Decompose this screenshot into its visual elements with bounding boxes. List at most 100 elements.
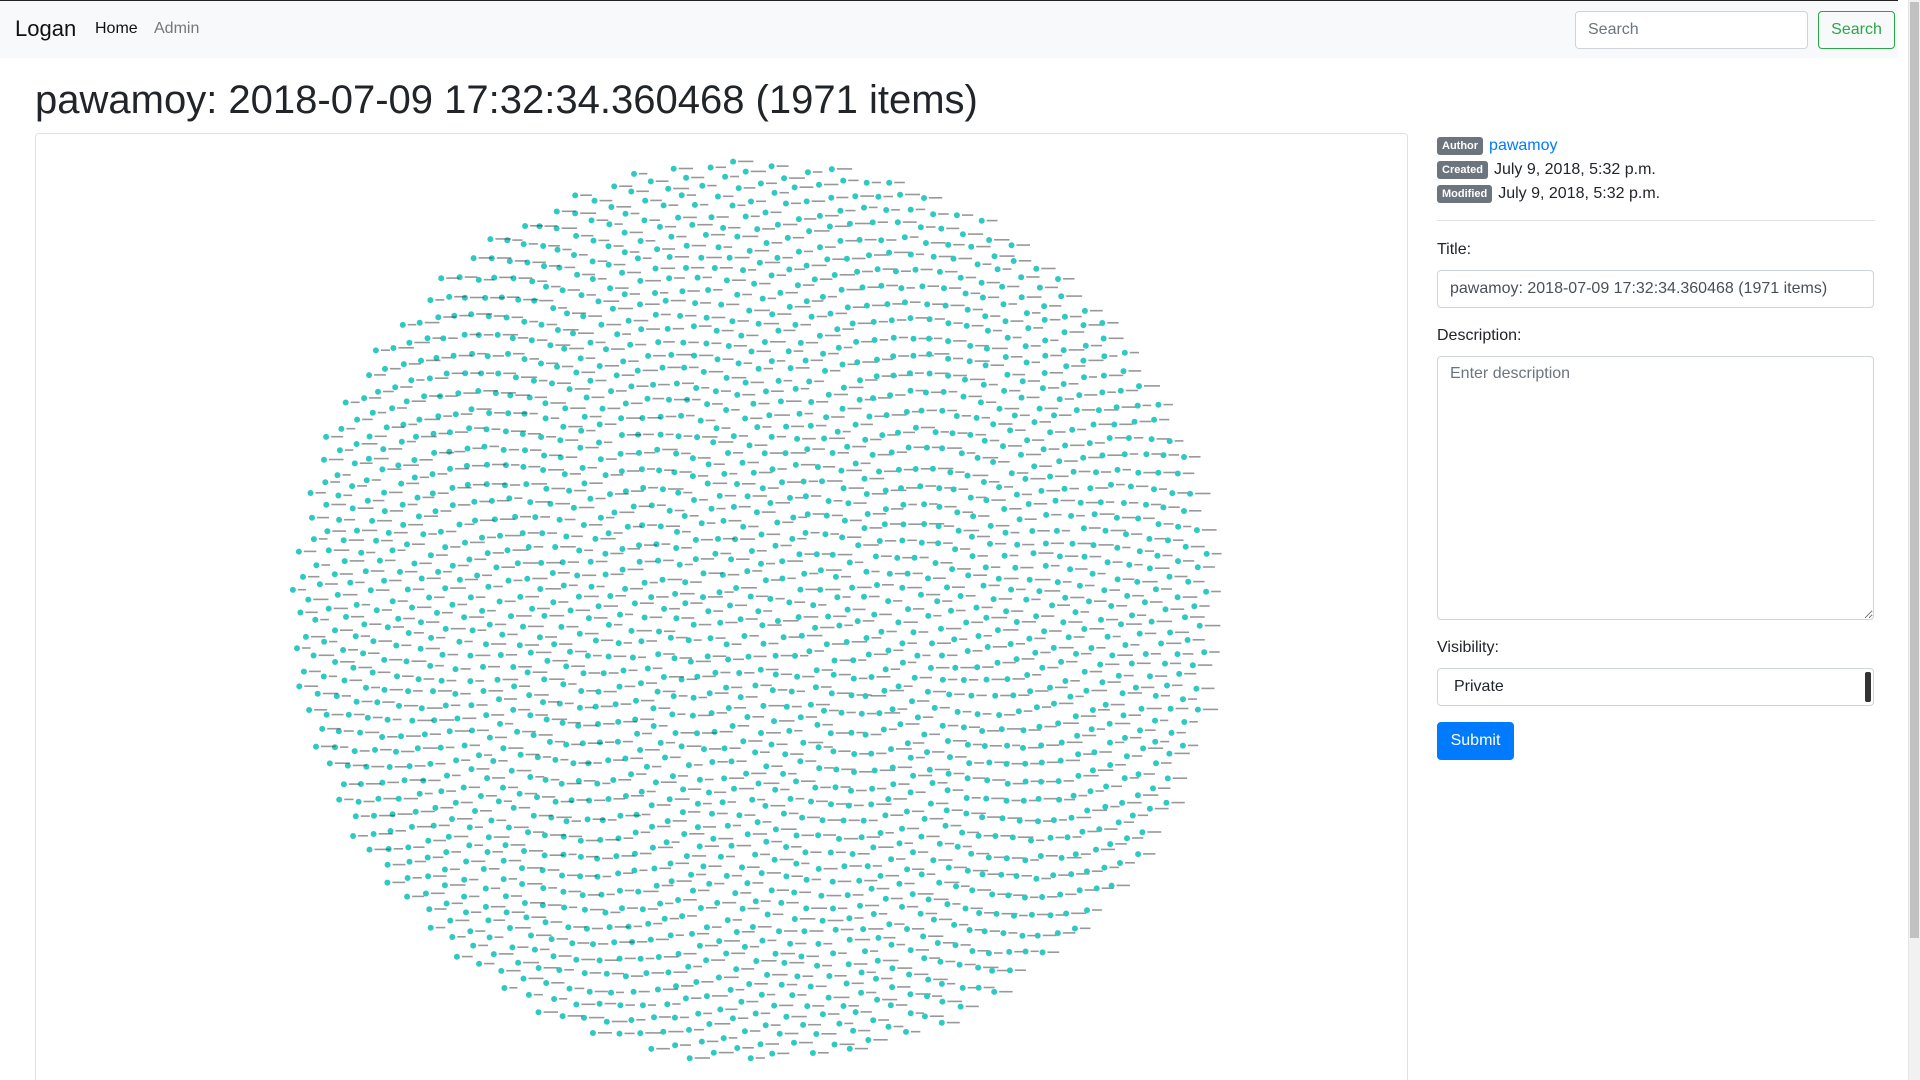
graph-node[interactable]	[530, 377, 537, 384]
graph-node[interactable]	[1056, 796, 1063, 803]
graph-node[interactable]	[830, 748, 837, 755]
graph-node[interactable]	[868, 750, 875, 757]
graph-node[interactable]	[703, 957, 710, 964]
graph-node[interactable]	[581, 970, 588, 977]
graph-node[interactable]	[605, 796, 612, 802]
graph-node[interactable]	[870, 318, 877, 325]
graph-node[interactable]	[739, 459, 746, 466]
graph-node[interactable]	[690, 694, 697, 701]
graph-node[interactable]	[461, 294, 468, 301]
graph-node[interactable]	[615, 870, 622, 877]
graph-node[interactable]	[622, 210, 629, 217]
graph-node[interactable]	[910, 849, 916, 856]
graph-node[interactable]	[1075, 751, 1082, 758]
graph-node[interactable]	[542, 776, 549, 783]
graph-node[interactable]	[886, 570, 893, 577]
graph-node[interactable]	[964, 472, 971, 479]
graph-node[interactable]	[1080, 322, 1087, 329]
graph-node[interactable]	[367, 587, 374, 594]
graph-node[interactable]	[1067, 566, 1074, 573]
graph-node[interactable]	[1152, 738, 1159, 745]
graph-node[interactable]	[771, 856, 778, 863]
graph-node[interactable]	[655, 651, 662, 658]
graph-node[interactable]	[540, 243, 547, 249]
graph-node[interactable]	[996, 484, 1003, 491]
graph-node[interactable]	[1038, 759, 1045, 766]
graph-node[interactable]	[519, 865, 525, 872]
graph-node[interactable]	[945, 864, 952, 871]
graph-node[interactable]	[577, 873, 584, 880]
graph-node[interactable]	[398, 733, 404, 740]
graph-node[interactable]	[390, 345, 397, 351]
graph-node[interactable]	[907, 251, 914, 258]
network-graph[interactable]	[36, 134, 1408, 1080]
graph-node[interactable]	[376, 557, 383, 564]
graph-node[interactable]	[1070, 792, 1077, 799]
graph-node[interactable]	[1030, 550, 1037, 557]
graph-node[interactable]	[477, 793, 484, 799]
graph-node[interactable]	[964, 741, 971, 748]
graph-node[interactable]	[1102, 803, 1109, 810]
graph-node[interactable]	[976, 910, 983, 916]
graph-node[interactable]	[541, 263, 547, 270]
graph-node[interactable]	[351, 460, 358, 467]
graph-node[interactable]	[725, 450, 731, 456]
graph-node[interactable]	[674, 528, 680, 535]
graph-node[interactable]	[688, 871, 695, 878]
graph-node[interactable]	[446, 293, 453, 300]
graph-node[interactable]	[509, 335, 516, 342]
graph-node[interactable]	[1007, 641, 1014, 647]
graph-node[interactable]	[500, 745, 507, 752]
graph-node[interactable]	[1063, 910, 1070, 917]
graph-node[interactable]	[911, 554, 918, 561]
graph-node[interactable]	[597, 514, 604, 521]
graph-node[interactable]	[1055, 720, 1062, 727]
graph-node[interactable]	[925, 896, 932, 903]
graph-node[interactable]	[675, 433, 682, 440]
graph-node[interactable]	[755, 780, 762, 787]
graph-node[interactable]	[370, 831, 377, 837]
graph-node[interactable]	[666, 796, 673, 803]
graph-node[interactable]	[1115, 819, 1122, 826]
graph-node[interactable]	[693, 979, 700, 985]
graph-node[interactable]	[510, 706, 517, 713]
graph-node[interactable]	[357, 729, 364, 736]
graph-node[interactable]	[650, 723, 657, 729]
graph-node[interactable]	[741, 633, 748, 639]
graph-node[interactable]	[637, 955, 644, 962]
graph-node[interactable]	[895, 683, 902, 690]
graph-node[interactable]	[884, 301, 891, 308]
graph-node[interactable]	[887, 392, 894, 399]
graph-node[interactable]	[369, 517, 376, 524]
graph-node[interactable]	[703, 340, 710, 347]
graph-node[interactable]	[1119, 690, 1126, 697]
graph-node[interactable]	[989, 891, 996, 898]
graph-node[interactable]	[332, 627, 338, 634]
graph-node[interactable]	[430, 688, 436, 695]
graph-node[interactable]	[1026, 635, 1033, 642]
graph-node[interactable]	[1036, 284, 1043, 291]
graph-node[interactable]	[849, 851, 856, 857]
graph-node[interactable]	[1101, 353, 1108, 360]
graph-node[interactable]	[869, 785, 876, 792]
graph-node[interactable]	[700, 368, 707, 375]
graph-node[interactable]	[1125, 435, 1132, 441]
graph-node[interactable]	[461, 331, 468, 338]
graph-node[interactable]	[730, 433, 737, 440]
graph-node[interactable]	[734, 291, 741, 298]
graph-node[interactable]	[453, 953, 460, 960]
graph-node[interactable]	[1024, 437, 1031, 444]
graph-node[interactable]	[671, 655, 678, 662]
graph-node[interactable]	[341, 558, 348, 565]
graph-node[interactable]	[899, 659, 906, 666]
graph-node[interactable]	[1054, 579, 1061, 586]
graph-node[interactable]	[690, 323, 697, 330]
graph-node[interactable]	[679, 809, 686, 816]
graph-node[interactable]	[1088, 726, 1095, 733]
graph-node[interactable]	[1055, 778, 1062, 785]
graph-node[interactable]	[1113, 514, 1120, 521]
graph-node[interactable]	[366, 846, 373, 853]
graph-node[interactable]	[542, 400, 549, 407]
graph-node[interactable]	[681, 364, 688, 371]
graph-node[interactable]	[953, 883, 959, 890]
